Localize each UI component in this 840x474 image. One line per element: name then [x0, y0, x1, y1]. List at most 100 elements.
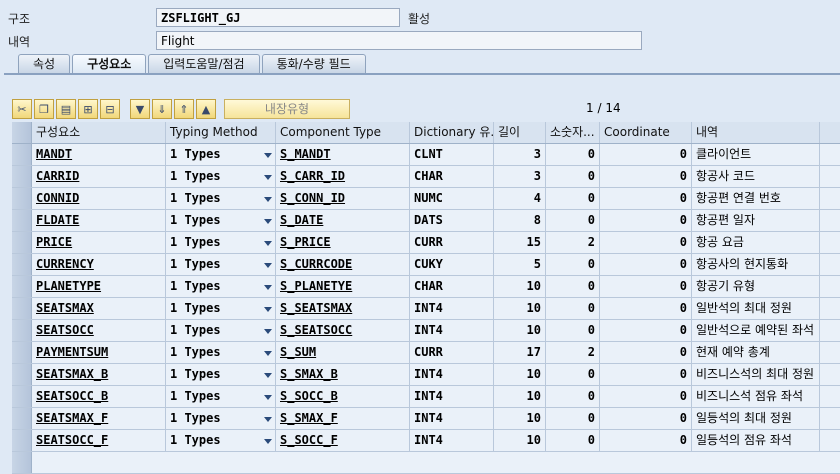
decimals-cell[interactable]: 0	[546, 144, 600, 165]
component-name-cell[interactable]: SEATSOCC	[32, 320, 166, 341]
decimals-cell[interactable]: 0	[546, 408, 600, 429]
component-type-cell[interactable]: S_SOCC_F	[276, 430, 410, 451]
length-cell[interactable]: 10	[494, 364, 546, 385]
component-name-cell[interactable]: CARRID	[32, 166, 166, 187]
chevron-down-icon[interactable]	[264, 153, 272, 158]
move-down-icon[interactable]: ⇓	[152, 99, 172, 119]
header-typing-method[interactable]: Typing Method	[166, 122, 276, 143]
typing-method-cell[interactable]: 1 Types	[166, 166, 276, 187]
header-component[interactable]: 구성요소	[32, 122, 166, 143]
length-cell[interactable]: 3	[494, 166, 546, 187]
typing-method-cell[interactable]: 1 Types	[166, 232, 276, 253]
component-name-cell[interactable]: PRICE	[32, 232, 166, 253]
decimals-cell[interactable]: 0	[546, 386, 600, 407]
component-type-cell[interactable]: S_CARR_ID	[276, 166, 410, 187]
description-cell[interactable]: 현재 예약 총계	[692, 342, 820, 363]
length-cell[interactable]: 3	[494, 144, 546, 165]
data-type-cell[interactable]: DATS	[410, 210, 494, 231]
description-cell[interactable]: 항공편 연결 번호	[692, 188, 820, 209]
component-name-cell[interactable]: PLANETYPE	[32, 276, 166, 297]
length-cell[interactable]: 10	[494, 386, 546, 407]
decimals-cell[interactable]: 0	[546, 320, 600, 341]
tab-3[interactable]: 통화/수량 필드	[261, 54, 366, 73]
row-selector[interactable]	[12, 364, 32, 385]
description-cell[interactable]: 일등석의 최대 정원	[692, 408, 820, 429]
typing-method-cell[interactable]: 1 Types	[166, 320, 276, 341]
paste-icon[interactable]: ▤	[56, 99, 76, 119]
component-type-cell[interactable]: S_CURRCODE	[276, 254, 410, 275]
length-cell[interactable]: 15	[494, 232, 546, 253]
length-cell[interactable]: 8	[494, 210, 546, 231]
component-type-cell[interactable]: S_PRICE	[276, 232, 410, 253]
coordinate-cell[interactable]: 0	[600, 408, 692, 429]
row-selector[interactable]	[12, 144, 32, 165]
coordinate-cell[interactable]: 0	[600, 276, 692, 297]
length-cell[interactable]: 10	[494, 276, 546, 297]
row-selector[interactable]	[12, 276, 32, 297]
chevron-down-icon[interactable]	[264, 285, 272, 290]
component-type-cell[interactable]: S_SOCC_B	[276, 386, 410, 407]
typing-method-cell[interactable]: 1 Types	[166, 254, 276, 275]
typing-method-cell[interactable]: 1 Types	[166, 144, 276, 165]
description-cell[interactable]: 항공편 일자	[692, 210, 820, 231]
chevron-down-icon[interactable]	[264, 175, 272, 180]
builtin-type-button[interactable]: 내장유형	[224, 99, 350, 119]
data-type-cell[interactable]: INT4	[410, 320, 494, 341]
component-type-cell[interactable]: S_MANDT	[276, 144, 410, 165]
coordinate-cell[interactable]: 0	[600, 232, 692, 253]
data-type-cell[interactable]: CURR	[410, 232, 494, 253]
sort-up-icon[interactable]: ▲	[196, 99, 216, 119]
chevron-down-icon[interactable]	[264, 241, 272, 246]
header-coordinate[interactable]: Coordinate	[600, 122, 692, 143]
chevron-down-icon[interactable]	[264, 439, 272, 444]
typing-method-cell[interactable]: 1 Types	[166, 386, 276, 407]
component-name-cell[interactable]: SEATSMAX_F	[32, 408, 166, 429]
decimals-cell[interactable]: 0	[546, 276, 600, 297]
header-description[interactable]: 내역	[692, 122, 820, 143]
component-type-cell[interactable]: S_SUM	[276, 342, 410, 363]
component-type-cell[interactable]: S_DATE	[276, 210, 410, 231]
description-cell[interactable]: 항공기 유형	[692, 276, 820, 297]
chevron-down-icon[interactable]	[264, 373, 272, 378]
component-type-cell[interactable]: S_CONN_ID	[276, 188, 410, 209]
typing-method-cell[interactable]: 1 Types	[166, 430, 276, 451]
component-name-cell[interactable]: CURRENCY	[32, 254, 166, 275]
coordinate-cell[interactable]: 0	[600, 320, 692, 341]
row-selector[interactable]	[12, 254, 32, 275]
structure-name-field[interactable]: ZSFLIGHT_GJ	[156, 8, 400, 27]
length-cell[interactable]: 5	[494, 254, 546, 275]
typing-method-cell[interactable]: 1 Types	[166, 210, 276, 231]
description-cell[interactable]: 일반석의 최대 정원	[692, 298, 820, 319]
chevron-down-icon[interactable]	[264, 263, 272, 268]
typing-method-cell[interactable]: 1 Types	[166, 342, 276, 363]
description-cell[interactable]: 항공사 코드	[692, 166, 820, 187]
tab-0[interactable]: 속성	[18, 54, 71, 73]
decimals-cell[interactable]: 0	[546, 430, 600, 451]
component-type-cell[interactable]: S_SEATSMAX	[276, 298, 410, 319]
select-all-cell[interactable]	[12, 122, 32, 143]
cut-icon[interactable]: ✂	[12, 99, 32, 119]
row-selector[interactable]	[12, 320, 32, 341]
row-selector[interactable]	[12, 452, 32, 473]
chevron-down-icon[interactable]	[264, 219, 272, 224]
description-cell[interactable]: 일등석의 점유 좌석	[692, 430, 820, 451]
data-type-cell[interactable]: CLNT	[410, 144, 494, 165]
description-cell[interactable]: 항공사의 현지통화	[692, 254, 820, 275]
delete-row-icon[interactable]: ⊟	[100, 99, 120, 119]
header-component-type[interactable]: Component Type	[276, 122, 410, 143]
component-name-cell[interactable]: MANDT	[32, 144, 166, 165]
length-cell[interactable]: 10	[494, 298, 546, 319]
length-cell[interactable]: 10	[494, 430, 546, 451]
chevron-down-icon[interactable]	[264, 351, 272, 356]
length-cell[interactable]: 4	[494, 188, 546, 209]
copy-icon[interactable]: ❐	[34, 99, 54, 119]
chevron-down-icon[interactable]	[264, 329, 272, 334]
data-type-cell[interactable]: INT4	[410, 430, 494, 451]
header-decimals[interactable]: 소숫자...	[546, 122, 600, 143]
decimals-cell[interactable]: 0	[546, 166, 600, 187]
component-name-cell[interactable]: SEATSOCC_B	[32, 386, 166, 407]
description-cell[interactable]: 항공 요금	[692, 232, 820, 253]
component-name-cell[interactable]: SEATSMAX_B	[32, 364, 166, 385]
chevron-down-icon[interactable]	[264, 197, 272, 202]
typing-method-cell[interactable]: 1 Types	[166, 364, 276, 385]
